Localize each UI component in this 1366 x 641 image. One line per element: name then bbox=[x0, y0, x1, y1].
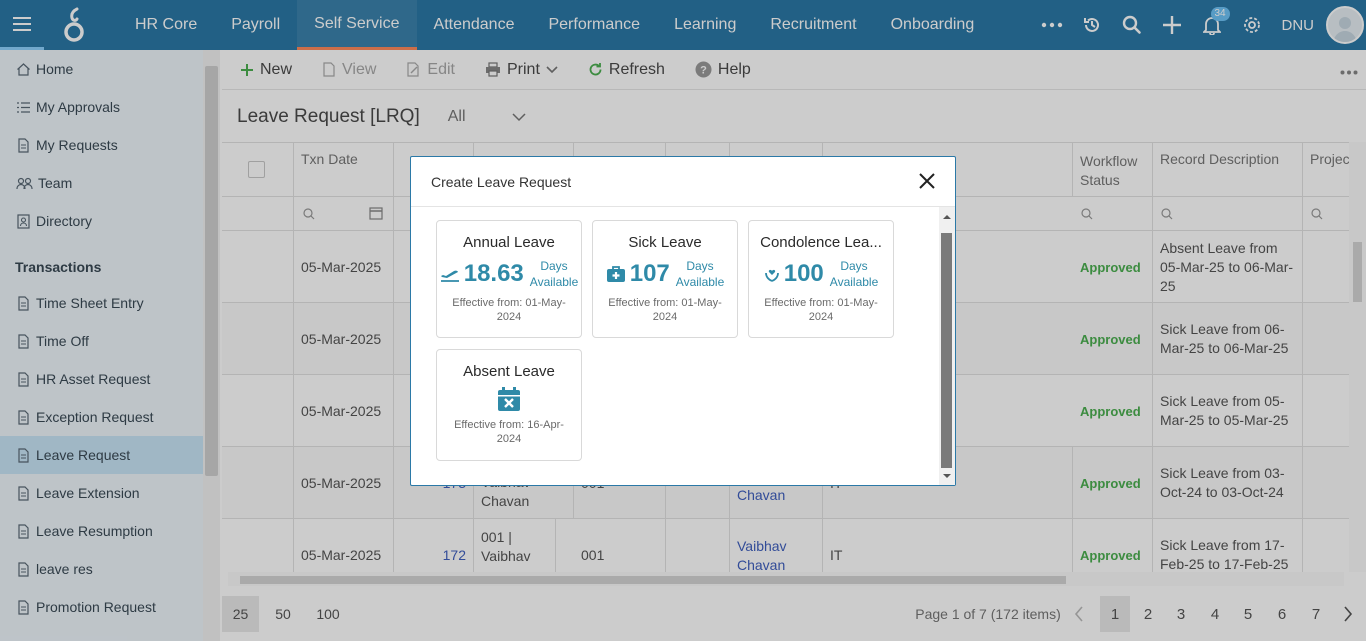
dialog-scrollbar[interactable] bbox=[939, 207, 955, 485]
leave-balance: 107 Days Available bbox=[593, 258, 737, 290]
effective-date: Effective from: 01-May-2024 bbox=[608, 297, 722, 323]
leave-card-title: Sick Leave bbox=[628, 234, 702, 251]
plane-icon bbox=[440, 270, 459, 282]
leave-balance-value: 100 bbox=[783, 260, 824, 287]
leave-icon-wrap bbox=[437, 384, 581, 414]
close-icon[interactable] bbox=[917, 171, 937, 191]
leave-card-title: Annual Leave bbox=[463, 234, 555, 251]
calendar-x-icon bbox=[498, 387, 520, 411]
leave-card-annual[interactable]: Annual Leave 18.63 Days Available Effecti… bbox=[436, 220, 582, 338]
days-available-label: Days Available bbox=[675, 259, 725, 289]
leave-balance: 18.63 Days Available bbox=[437, 258, 581, 290]
app-root: HR Core Payroll Self Service Attendance … bbox=[0, 0, 1366, 641]
leave-card-sick[interactable]: Sick Leave 107 Days Available Effective f… bbox=[592, 220, 738, 338]
days-available-label: Days Available bbox=[529, 259, 579, 289]
leave-card-title: Condolence Lea... bbox=[760, 234, 882, 251]
dialog-header: Create Leave Request bbox=[411, 157, 955, 207]
leave-card-title: Absent Leave bbox=[463, 363, 555, 380]
dialog-title: Create Leave Request bbox=[431, 173, 572, 190]
hands-heart-icon bbox=[764, 269, 779, 282]
leave-card-absent[interactable]: Absent Leave Effective from: 16-Apr-2024 bbox=[436, 349, 582, 461]
leave-type-list: Annual Leave 18.63 Days Available Effecti… bbox=[411, 207, 939, 485]
create-leave-request-dialog: Create Leave Request Annual Leave 18.63 … bbox=[410, 156, 956, 486]
leave-balance-value: 107 bbox=[629, 260, 670, 287]
effective-date: Effective from: 16-Apr-2024 bbox=[454, 419, 564, 445]
effective-date: Effective from: 01-May-2024 bbox=[452, 297, 566, 323]
medical-kit-icon bbox=[606, 266, 625, 282]
leave-card-condolence[interactable]: Condolence Lea... 100 Days Available Effe… bbox=[748, 220, 894, 338]
days-available-label: Days Available bbox=[829, 259, 879, 289]
dialog-scrollbar-thumb[interactable] bbox=[941, 233, 952, 468]
leave-balance: 100 Days Available bbox=[749, 258, 893, 290]
effective-date: Effective from: 01-May-2024 bbox=[764, 297, 878, 323]
scroll-up-icon[interactable] bbox=[939, 210, 955, 224]
leave-balance-value: 18.63 bbox=[463, 260, 524, 287]
scroll-down-icon[interactable] bbox=[939, 469, 955, 483]
